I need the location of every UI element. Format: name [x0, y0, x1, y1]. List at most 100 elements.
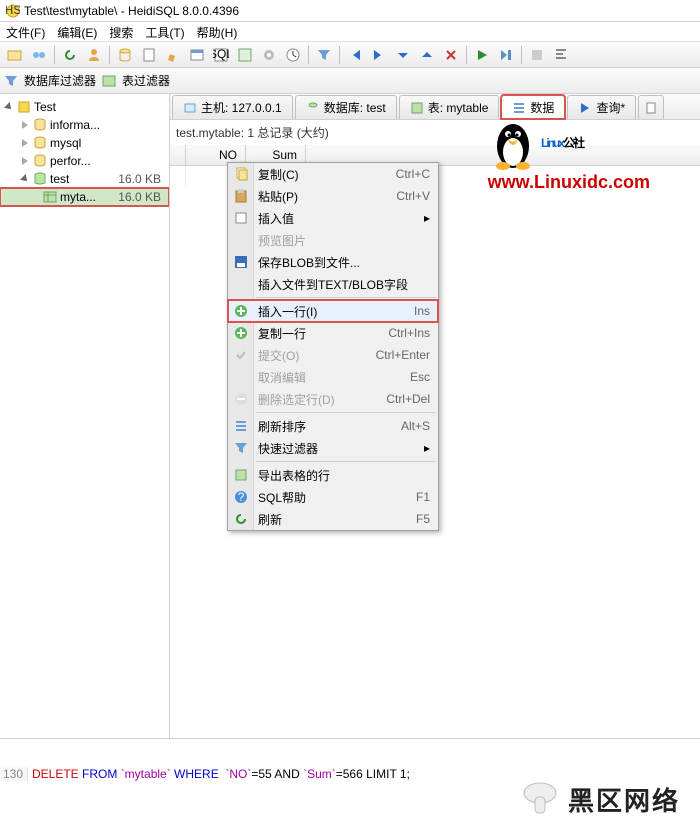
run-icon — [578, 101, 592, 115]
titlebar: HS Test\test\mytable\ - HeidiSQL 8.0.0.4… — [0, 0, 700, 22]
server-icon — [16, 99, 32, 115]
tree-root-label: Test — [34, 100, 56, 114]
ctx-sql-help[interactable]: ?SQL帮助F1 — [228, 486, 438, 508]
ctx-insert-row[interactable]: 插入一行(I)Ins — [228, 300, 438, 322]
tb-clock-icon[interactable] — [282, 44, 304, 66]
db-icon — [32, 135, 48, 151]
tb-refresh-icon[interactable] — [59, 44, 81, 66]
status-text: test.mytable: 1 总记录 (大约) — [170, 120, 700, 145]
tab-data[interactable]: 数据 — [501, 95, 565, 119]
tree-item[interactable]: informa... — [0, 116, 169, 134]
data-icon — [512, 101, 526, 115]
menu-file[interactable]: 文件(F) — [6, 24, 45, 39]
tab-table[interactable]: 表: mytable — [399, 95, 500, 119]
tab-new[interactable] — [638, 95, 664, 119]
tb-delete-icon[interactable] — [440, 44, 462, 66]
menu-tools[interactable]: 工具(T) — [145, 24, 184, 39]
menu-edit[interactable]: 编辑(E) — [57, 24, 97, 39]
toolbar: SQL — [0, 42, 700, 68]
ctx-commit: 提交(O)Ctrl+Enter — [228, 344, 438, 366]
db-icon — [306, 101, 320, 115]
table-filter-label[interactable]: 表过滤器 — [122, 72, 170, 89]
tb-collapse-icon[interactable] — [392, 44, 414, 66]
tb-connect-icon[interactable] — [28, 44, 50, 66]
tabbar: 主机: 127.0.0.1 数据库: test 表: mytable 数据 查询… — [170, 94, 700, 120]
tb-expand-icon[interactable] — [416, 44, 438, 66]
tb-sql-icon[interactable]: SQL — [210, 44, 232, 66]
tb-step-icon[interactable] — [495, 44, 517, 66]
ctx-insert-file[interactable]: 插入文件到TEXT/BLOB字段 — [228, 273, 438, 295]
tb-calendar-icon[interactable] — [186, 44, 208, 66]
ctx-export-rows[interactable]: 导出表格的行 — [228, 464, 438, 486]
tb-doc-icon[interactable] — [138, 44, 160, 66]
filterbar: 数据库过滤器 表过滤器 — [0, 68, 700, 94]
tb-gear-icon[interactable] — [258, 44, 280, 66]
minus-icon — [233, 391, 249, 407]
host-icon — [183, 101, 197, 115]
tb-format-icon[interactable] — [550, 44, 572, 66]
funnel-icon — [233, 440, 249, 456]
ctx-paste[interactable]: 粘贴(P)Ctrl+V — [228, 185, 438, 207]
ctx-copy[interactable]: 复制(C)Ctrl+C — [228, 163, 438, 185]
list-icon — [233, 418, 249, 434]
insert-icon — [233, 210, 249, 226]
svg-text:SQL: SQL — [213, 47, 229, 61]
ctx-refresh-sort[interactable]: 刷新排序Alt+S — [228, 415, 438, 437]
tree-item[interactable]: perfor... — [0, 152, 169, 170]
tab-query[interactable]: 查询* — [567, 95, 636, 119]
tb-filter-icon[interactable] — [313, 44, 335, 66]
ctx-save-blob[interactable]: 保存BLOB到文件... — [228, 251, 438, 273]
ctx-dup-row[interactable]: 复制一行Ctrl+Ins — [228, 322, 438, 344]
help-icon: ? — [233, 489, 249, 505]
sql-log: 130DELETE FROM `mytable` WHERE `NO`=55 A… — [0, 738, 700, 808]
tb-db-icon[interactable] — [114, 44, 136, 66]
svg-text:HS: HS — [6, 4, 20, 17]
tab-host[interactable]: 主机: 127.0.0.1 — [172, 95, 293, 119]
menubar: 文件(F) 编辑(E) 搜索 工具(T) 帮助(H) — [0, 22, 700, 42]
plus-icon — [233, 325, 249, 341]
tab-database[interactable]: 数据库: test — [295, 95, 397, 119]
context-menu: 复制(C)Ctrl+C 粘贴(P)Ctrl+V 插入值▸ 预览图片 保存BLOB… — [227, 162, 439, 531]
ctx-delete-rows: 删除选定行(D)Ctrl+Del — [228, 388, 438, 410]
save-icon — [233, 254, 249, 270]
filter-icon — [4, 74, 18, 88]
tree-item-selected[interactable]: myta... 16.0 KB — [0, 188, 169, 206]
new-icon — [644, 101, 658, 115]
tb-first-icon[interactable] — [344, 44, 366, 66]
db-filter-label[interactable]: 数据库过滤器 — [24, 72, 96, 89]
tb-stop-icon[interactable] — [526, 44, 548, 66]
check-icon — [233, 347, 249, 363]
tree-root[interactable]: Test — [0, 98, 169, 116]
table-icon — [410, 101, 424, 115]
tree-item[interactable]: mysql — [0, 134, 169, 152]
sidebar: Test informa... mysql perfor... test 16.… — [0, 94, 170, 738]
copy-icon — [233, 166, 249, 182]
paste-icon — [233, 188, 249, 204]
app-icon: HS — [6, 4, 20, 18]
tree-item-test[interactable]: test 16.0 KB — [0, 170, 169, 188]
chevron-right-icon: ▸ — [424, 441, 430, 455]
refresh-icon — [233, 511, 249, 527]
tb-last-icon[interactable] — [368, 44, 390, 66]
db-icon — [32, 153, 48, 169]
menu-search[interactable]: 搜索 — [109, 24, 133, 39]
tb-folder-icon[interactable] — [4, 44, 26, 66]
table-icon — [42, 189, 58, 205]
menu-help[interactable]: 帮助(H) — [197, 24, 238, 39]
chevron-right-icon: ▸ — [424, 211, 430, 225]
ctx-reload[interactable]: 刷新F5 — [228, 508, 438, 530]
export-icon — [233, 467, 249, 483]
tb-proc-icon[interactable] — [234, 44, 256, 66]
tb-pencil-icon[interactable] — [162, 44, 184, 66]
db-icon — [32, 171, 48, 187]
tb-user-icon[interactable] — [83, 44, 105, 66]
window-title: Test\test\mytable\ - HeidiSQL 8.0.0.4396 — [24, 4, 239, 18]
ctx-quick-filter[interactable]: 快速过滤器▸ — [228, 437, 438, 459]
tb-run-icon[interactable] — [471, 44, 493, 66]
ctx-insert-value[interactable]: 插入值▸ — [228, 207, 438, 229]
plus-icon — [233, 303, 249, 319]
db-icon — [32, 117, 48, 133]
table-filter-icon — [102, 74, 116, 88]
ctx-preview: 预览图片 — [228, 229, 438, 251]
ctx-cancel: 取消编辑Esc — [228, 366, 438, 388]
